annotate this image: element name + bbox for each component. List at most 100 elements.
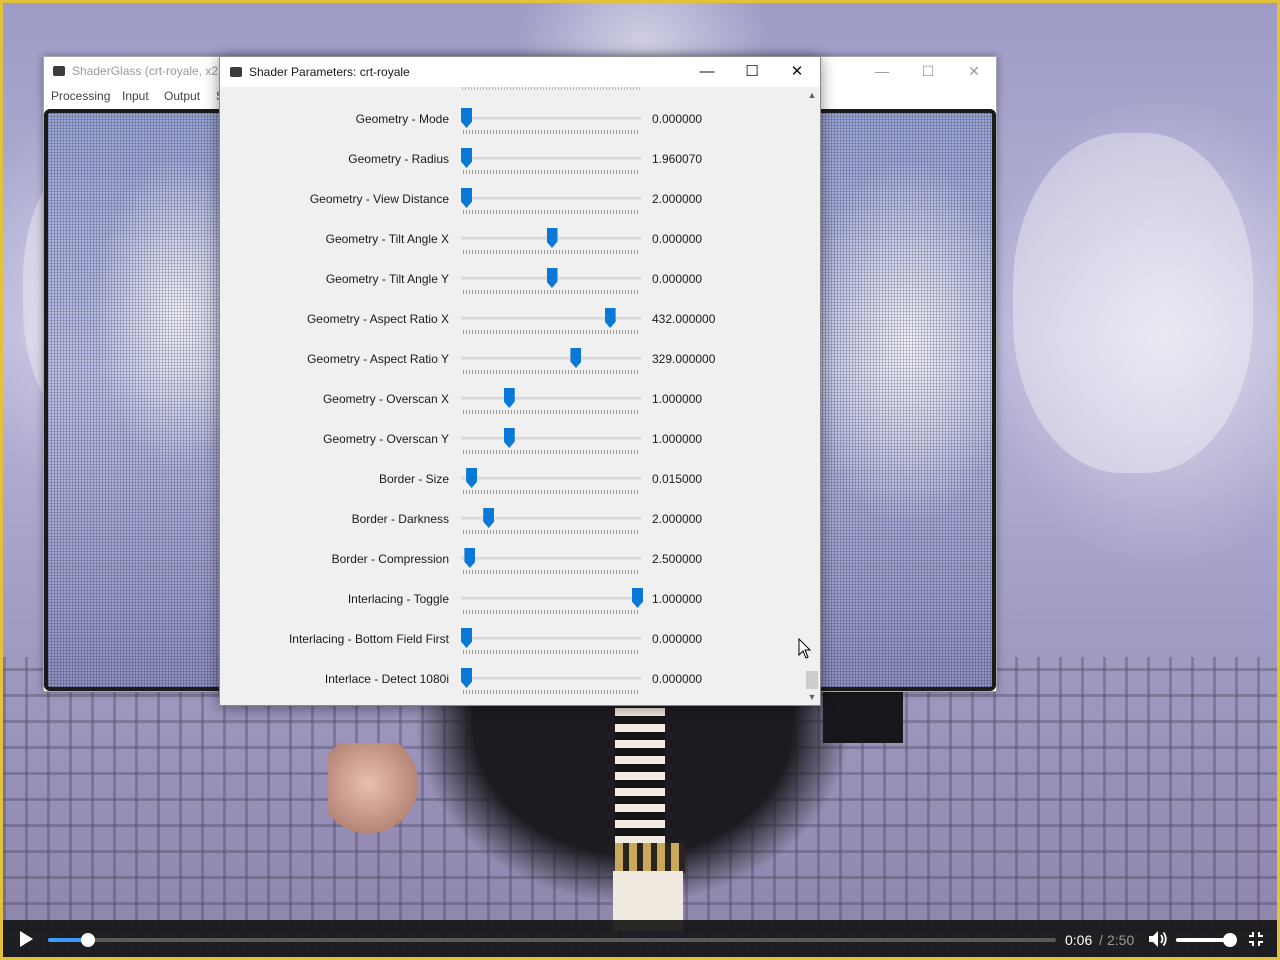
parameter-value: 0.000000 xyxy=(652,272,703,286)
mouse-pointer-icon xyxy=(798,638,812,659)
slider-thumb[interactable] xyxy=(461,628,472,648)
parameter-label: Geometry - Aspect Ratio Y xyxy=(307,352,449,366)
speaker-icon[interactable] xyxy=(1147,929,1169,949)
parameter-value: 1.000000 xyxy=(652,392,703,406)
slider-tick-marks xyxy=(463,290,639,294)
shader-parameters-window[interactable]: Shader Parameters: crt-royale — ☐ ✕ Geom… xyxy=(219,56,821,706)
parameter-slider[interactable] xyxy=(459,428,643,461)
slider-track xyxy=(461,637,641,640)
fullscreen-icon[interactable] xyxy=(1248,931,1264,947)
play-icon[interactable] xyxy=(17,930,35,948)
parameter-slider[interactable] xyxy=(459,468,643,501)
parameter-label: Geometry - Overscan Y xyxy=(323,432,449,446)
parameter-label: Geometry - View Distance xyxy=(309,192,449,206)
slider-thumb[interactable] xyxy=(461,108,472,128)
parameter-label: Interlace - Detect 1080i xyxy=(324,672,449,686)
shaderglass-maximize-button[interactable]: ☐ xyxy=(905,57,951,85)
parameter-slider[interactable] xyxy=(459,668,643,701)
volume-handle[interactable] xyxy=(1223,933,1237,947)
slider-track xyxy=(461,397,641,400)
parameter-slider[interactable] xyxy=(459,628,643,661)
parameter-value: 2.000000 xyxy=(652,512,703,526)
slider-track xyxy=(461,157,641,160)
slider-track xyxy=(461,477,641,480)
vertical-scrollbar[interactable]: ▲ ▼ xyxy=(804,87,820,705)
parameter-row: Geometry - Aspect Ratio X 432.000000 xyxy=(220,308,806,351)
volume-slider[interactable] xyxy=(1176,933,1237,947)
parameter-row: Geometry - View Distance 2.000000 xyxy=(220,188,806,231)
slider-tick-marks xyxy=(463,610,639,614)
seek-bar[interactable] xyxy=(48,933,1056,947)
parameter-value: 1.000000 xyxy=(652,592,703,606)
shader-parameters-titlebar[interactable]: Shader Parameters: crt-royale — ☐ ✕ xyxy=(220,57,820,87)
parameter-slider[interactable] xyxy=(459,108,643,141)
seek-bar-handle[interactable] xyxy=(81,933,96,947)
menu-output[interactable]: Output xyxy=(164,89,200,103)
parameter-row: Border - Darkness 2.000000 xyxy=(220,508,806,551)
scrollbar-thumb[interactable] xyxy=(806,671,818,689)
scroll-up-arrow-icon[interactable]: ▲ xyxy=(804,87,820,103)
parameter-row: Geometry - Overscan Y 1.000000 xyxy=(220,428,806,471)
shaderglass-close-button[interactable]: ✕ xyxy=(951,57,997,85)
parameter-row: Geometry - Overscan X 1.000000 xyxy=(220,388,806,431)
slider-thumb[interactable] xyxy=(604,308,616,328)
slider-tick-marks xyxy=(463,650,639,654)
parameter-row: Border - Size 0.015000 xyxy=(220,468,806,511)
slider-thumb[interactable] xyxy=(570,348,582,368)
parameter-value: 0.000000 xyxy=(652,112,703,126)
slider-thumb[interactable] xyxy=(461,148,472,168)
dialog-maximize-button[interactable]: ☐ xyxy=(729,57,775,87)
parameter-slider[interactable] xyxy=(459,548,643,581)
parameter-value: 0.015000 xyxy=(652,472,703,486)
shaderglass-minimize-button[interactable]: — xyxy=(859,57,905,85)
parameter-value: 329.000000 xyxy=(652,352,716,366)
current-time: 0:06 xyxy=(1065,932,1093,948)
partial-slider-ticks xyxy=(462,87,642,90)
parameter-label: Geometry - Tilt Angle Y xyxy=(325,272,449,286)
parameter-row: Interlace - Detect 1080i 0.000000 xyxy=(220,668,806,705)
parameter-slider[interactable] xyxy=(459,388,643,421)
parameter-value: 0.000000 xyxy=(652,632,703,646)
parameter-value: 1.960070 xyxy=(652,152,703,166)
slider-thumb[interactable] xyxy=(632,588,643,608)
menu-processing[interactable]: Processing xyxy=(51,89,110,103)
person-belt xyxy=(615,843,685,873)
parameter-label: Geometry - Radius xyxy=(348,152,449,166)
slider-thumb[interactable] xyxy=(464,548,476,568)
parameter-slider[interactable] xyxy=(459,308,643,341)
parameter-slider[interactable] xyxy=(459,508,643,541)
dialog-minimize-button[interactable]: — xyxy=(684,57,730,87)
slider-thumb[interactable] xyxy=(546,268,558,288)
slider-thumb[interactable] xyxy=(483,508,495,528)
slider-thumb[interactable] xyxy=(466,468,478,488)
dialog-close-button[interactable]: ✕ xyxy=(774,57,820,87)
parameter-row: Geometry - Tilt Angle Y 0.000000 xyxy=(220,268,806,311)
slider-thumb[interactable] xyxy=(503,388,515,408)
parameter-label: Geometry - Mode xyxy=(355,112,449,126)
parameter-row: Interlacing - Bottom Field First 0.000000 xyxy=(220,628,806,671)
slider-thumb[interactable] xyxy=(461,668,472,688)
volume-level xyxy=(1176,938,1230,942)
parameter-row: Geometry - Tilt Angle X 0.000000 xyxy=(220,228,806,271)
slider-track xyxy=(461,677,641,680)
parameter-label: Geometry - Overscan X xyxy=(322,392,449,406)
parameter-slider[interactable] xyxy=(459,268,643,301)
parameter-label: Border - Darkness xyxy=(351,512,449,526)
parameter-slider[interactable] xyxy=(459,148,643,181)
total-time: 2:50 xyxy=(1107,932,1135,948)
slider-thumb[interactable] xyxy=(461,188,472,208)
parameter-row: Geometry - Mode 0.000000 xyxy=(220,108,806,151)
parameter-slider[interactable] xyxy=(459,348,643,381)
shaderglass-title: ShaderGlass (crt-royale, x2, xyxy=(72,64,222,78)
menu-input[interactable]: Input xyxy=(122,89,149,103)
scroll-down-arrow-icon[interactable]: ▼ xyxy=(804,689,820,705)
slider-thumb[interactable] xyxy=(546,228,558,248)
slider-thumb[interactable] xyxy=(503,428,515,448)
parameter-slider[interactable] xyxy=(459,188,643,221)
parameter-row: Interlacing - Toggle 1.000000 xyxy=(220,588,806,631)
slider-track xyxy=(461,117,641,120)
slider-tick-marks xyxy=(463,370,639,374)
slider-track xyxy=(461,557,641,560)
parameter-slider[interactable] xyxy=(459,228,643,261)
parameter-slider[interactable] xyxy=(459,588,643,621)
